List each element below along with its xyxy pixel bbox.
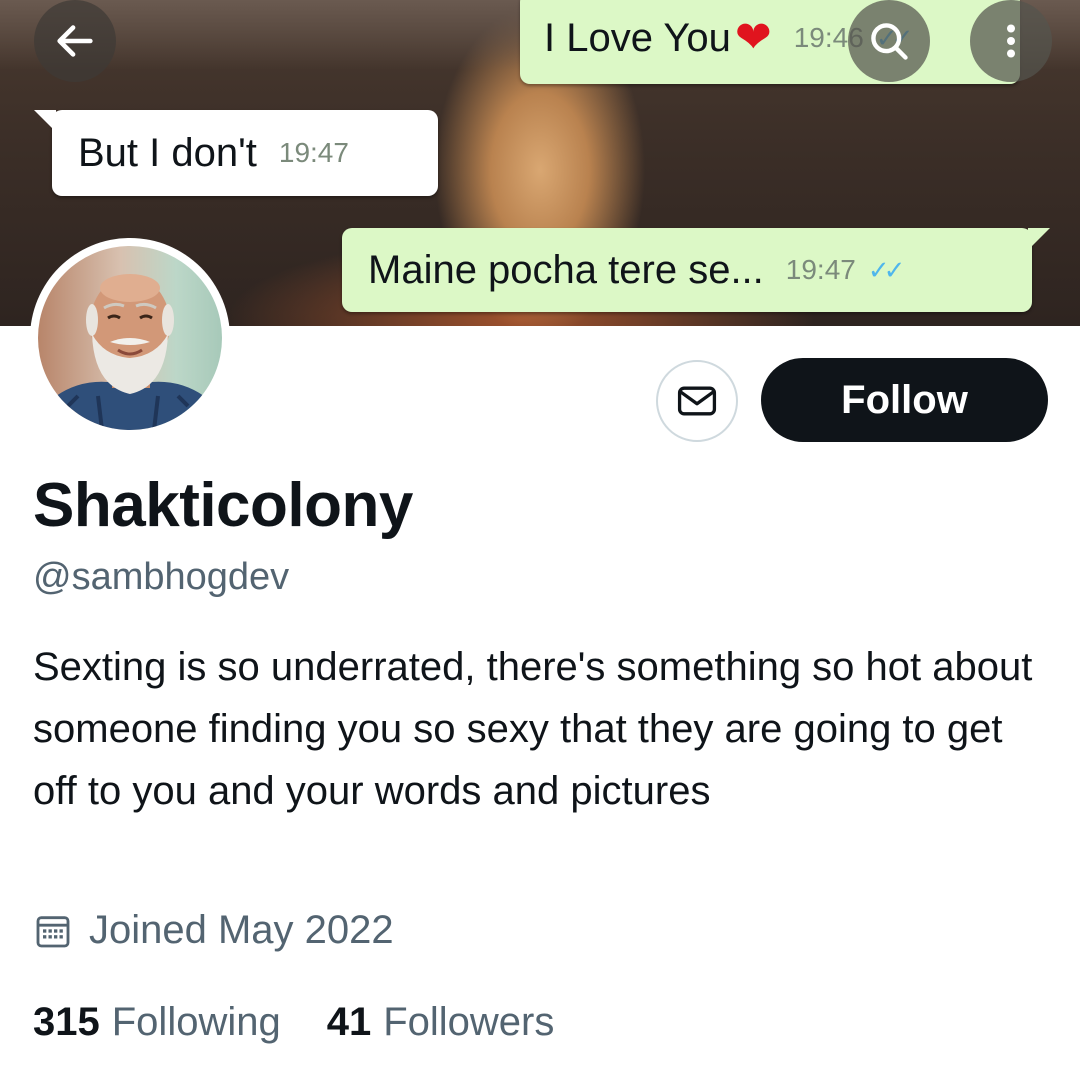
chat-bubble-pocha: Maine pocha tere se... 19:47 ✓✓: [342, 228, 1050, 312]
profile-name: Shakticolony: [33, 471, 413, 540]
chat-bubble-time: 19:47: [785, 254, 856, 285]
search-button[interactable]: [848, 0, 930, 82]
more-vertical-icon: [1007, 24, 1015, 58]
chat-bubble-text: But I don't: [78, 131, 257, 175]
followers-label: Followers: [383, 1000, 555, 1044]
joined-date: Joined May 2022: [33, 908, 394, 953]
chat-bubble-text: Maine pocha tere se...: [368, 248, 764, 292]
chat-bubble-dont: But I don't 19:47: [34, 110, 438, 196]
followers-count: 41: [326, 1000, 372, 1044]
following-count: 315: [33, 1000, 100, 1044]
follow-button[interactable]: Follow: [761, 358, 1048, 442]
followers-link[interactable]: 41 Followers: [327, 1000, 555, 1045]
read-ticks-icon: ✓✓: [867, 255, 905, 285]
chat-bubble-text: I Love You: [544, 16, 731, 60]
calendar-icon: [36, 915, 70, 947]
following-label: Following: [111, 1000, 281, 1044]
search-icon: [871, 23, 908, 60]
heart-icon: ❤: [734, 13, 772, 62]
more-options-button[interactable]: [970, 0, 1052, 82]
follow-stats: 315 Following 41 Followers: [33, 1000, 600, 1045]
following-link[interactable]: 315 Following: [33, 1000, 281, 1045]
avatar[interactable]: [30, 238, 230, 438]
back-button[interactable]: [34, 0, 116, 82]
avatar-photo: [38, 246, 222, 430]
profile-handle: @sambhogdev: [33, 556, 290, 598]
chat-bubble-love: I Love You ❤ 19:46 ✓✓: [520, 0, 1020, 84]
chat-bubble-time: 19:47: [278, 137, 349, 168]
joined-label: Joined May 2022: [89, 908, 394, 952]
person-portrait-icon: [48, 274, 214, 430]
message-button[interactable]: [656, 360, 738, 442]
profile-bio: Sexting is so underrated, there's someth…: [33, 645, 1033, 813]
arrow-left-icon: [57, 25, 93, 57]
envelope-icon: [677, 386, 717, 416]
